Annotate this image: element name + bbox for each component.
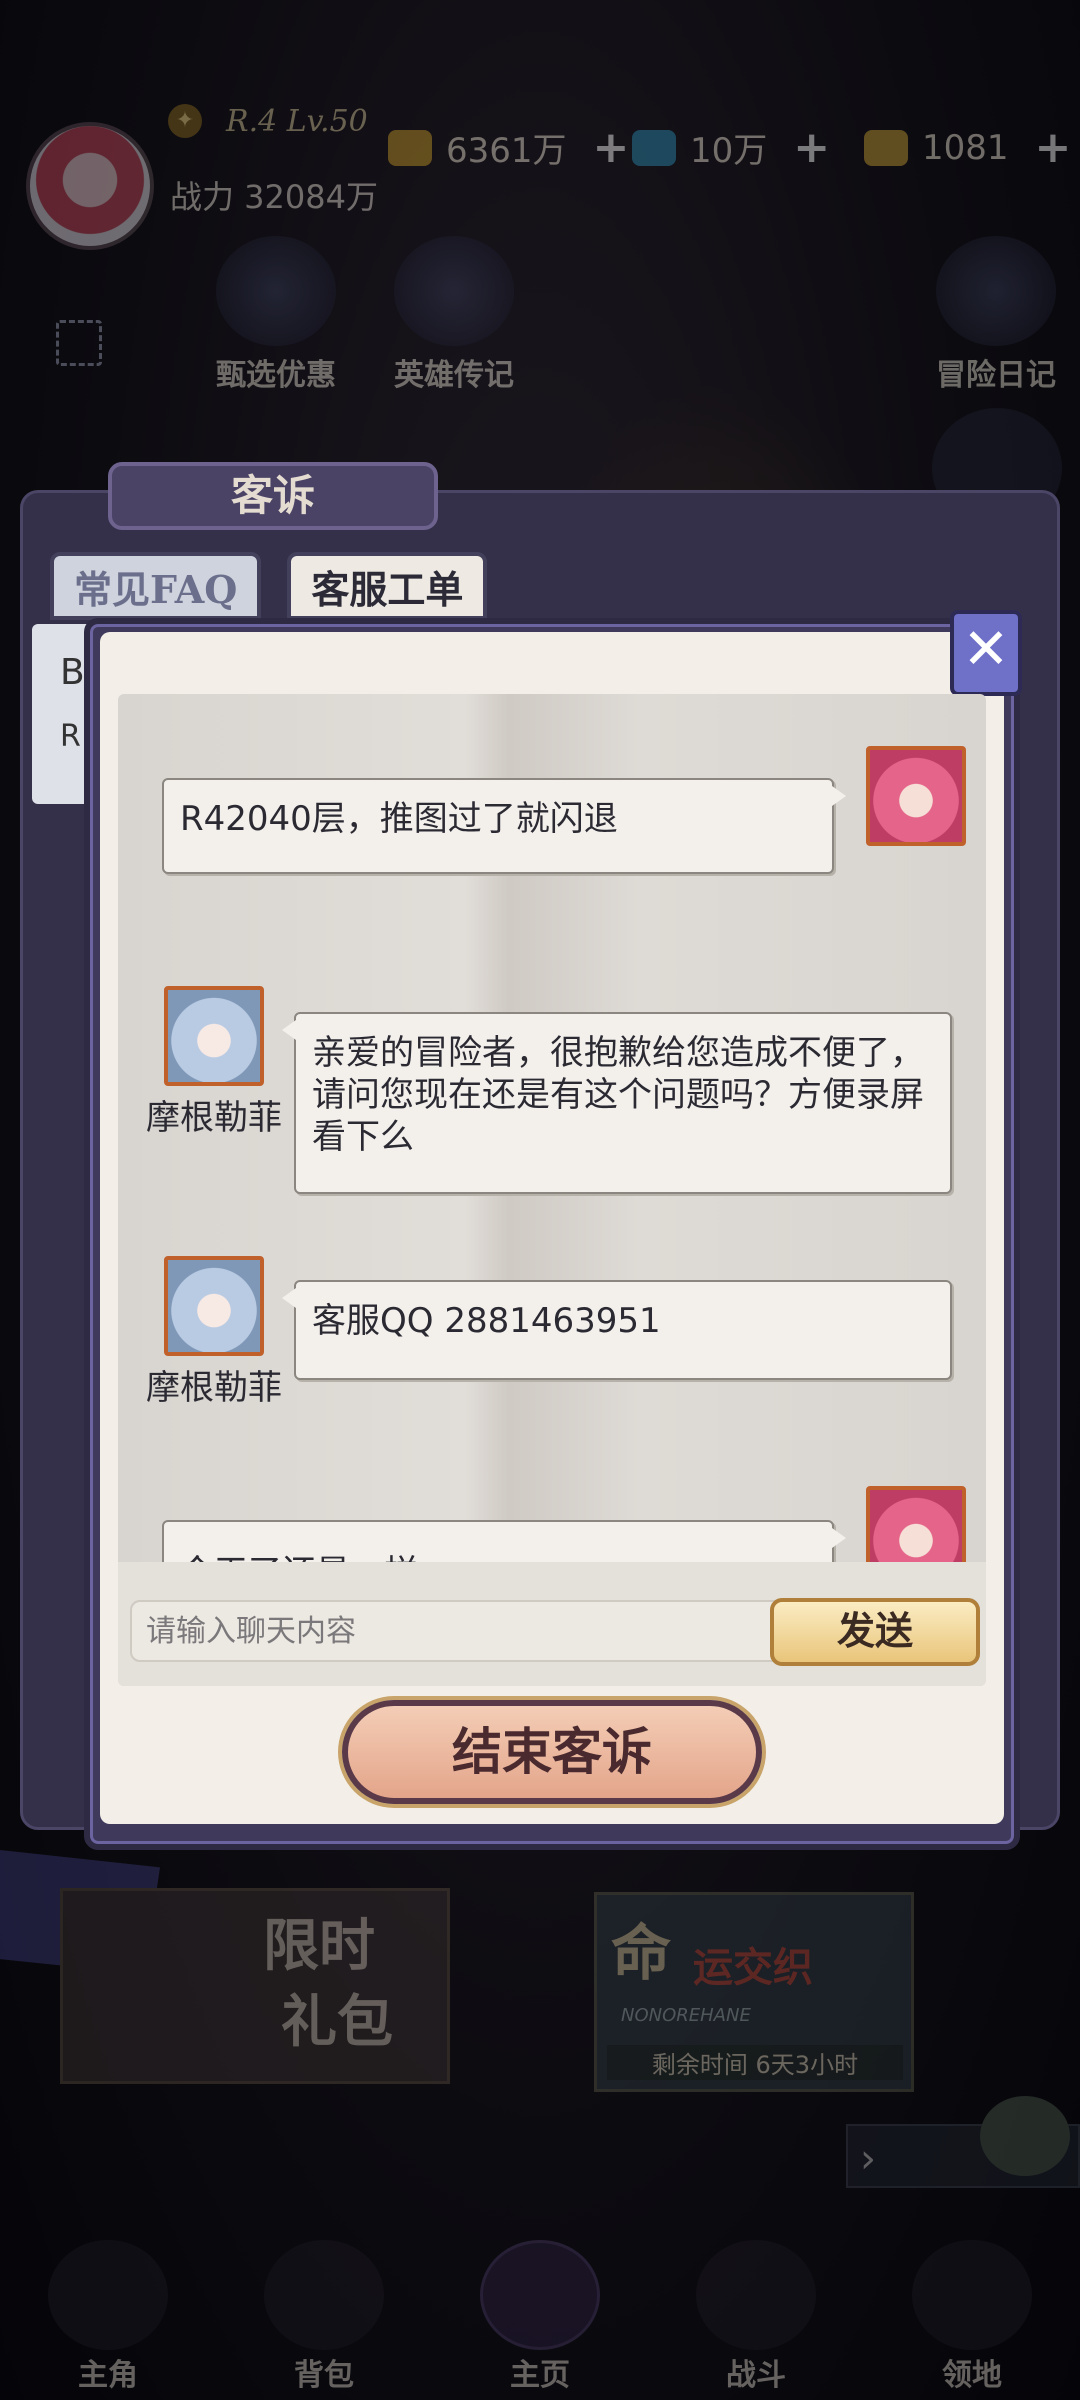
- fate-event-banner[interactable]: 命 运交织 NONOREHANE 剩余时间 6天3小时: [594, 1892, 914, 2092]
- nav-territory[interactable]: 领地: [882, 2240, 1062, 2394]
- fate-event-title: 命: [611, 1919, 671, 1989]
- complaint-panel-title: 客诉: [108, 462, 438, 530]
- limited-pack-title-1: 限时: [263, 1913, 375, 1979]
- nav-battle[interactable]: 战斗: [666, 2240, 846, 2394]
- chat-history[interactable]: R42040层，推图过了就闪退 摩根勒菲 亲爱的冒险者，很抱歉给您造成不便了，请…: [118, 694, 986, 1686]
- player-rank: R.4 Lv.50: [226, 104, 368, 139]
- featured-offers-label: 甄选优惠: [216, 358, 336, 393]
- adventure-diary-button[interactable]: 冒险日记: [926, 236, 1066, 394]
- chat-bubble-icon: [980, 2096, 1070, 2176]
- tab-service-ticket[interactable]: 客服工单: [287, 552, 488, 620]
- player-avatar[interactable]: [26, 122, 154, 250]
- hero-biography-button[interactable]: 英雄传记: [384, 236, 524, 394]
- fate-event-title-2: 运交织: [693, 1944, 813, 1991]
- chat-bubble-staff: 亲爱的冒险者，很抱歉给您造成不便了，请问您现在还是有这个问题吗？方便录屏看下么: [282, 1012, 952, 1194]
- staff-chat-avatar: [164, 1256, 264, 1356]
- resource-blue-gem: 10万 +: [632, 122, 830, 173]
- add-gold-button[interactable]: +: [593, 122, 630, 173]
- fullscreen-icon[interactable]: [56, 320, 102, 366]
- staff-name: 摩根勒菲: [146, 1368, 282, 1408]
- swords-icon: [696, 2240, 816, 2350]
- complaint-tabs: 常见FAQ 客服工单: [50, 552, 488, 620]
- add-gold-gem-button[interactable]: +: [1035, 122, 1072, 173]
- resource-gold-gem: 1081 +: [864, 122, 1071, 173]
- fate-event-subtitle: NONOREHANE: [621, 2005, 751, 2026]
- resource-gold: 6361万 +: [388, 122, 629, 173]
- hero-biography-label: 英雄传记: [394, 358, 514, 393]
- nav-battle-label: 战斗: [726, 2358, 786, 2393]
- nav-home-label: 主页: [510, 2358, 570, 2393]
- nav-protagonist[interactable]: 主角: [18, 2240, 198, 2394]
- end-complaint-button[interactable]: 结束客诉: [342, 1700, 762, 1804]
- fate-event-time: 剩余时间 6天3小时: [607, 2045, 903, 2080]
- featured-offers-button[interactable]: 甄选优惠: [206, 236, 346, 394]
- chat-bubble-player: R42040层，推图过了就闪退: [162, 778, 846, 874]
- add-blue-gem-button[interactable]: +: [793, 122, 830, 173]
- hero-icon: [48, 2240, 168, 2350]
- book-icon: [394, 236, 514, 346]
- chevron-right-icon: ›: [860, 2136, 876, 2182]
- gift-icon: [216, 236, 336, 346]
- bag-icon: [264, 2240, 384, 2350]
- close-icon: ✕: [962, 617, 1010, 682]
- chat-input[interactable]: [130, 1600, 790, 1662]
- rank-badge-icon: ✦: [168, 104, 202, 138]
- gold-gem-icon: [864, 129, 908, 166]
- resource-gold-value: 6361万: [446, 131, 567, 171]
- chat-input-row: 发送: [130, 1598, 980, 1668]
- tab-faq[interactable]: 常见FAQ: [50, 552, 262, 620]
- resource-gold-gem-value: 1081: [922, 127, 1009, 168]
- world-chat-bar[interactable]: ›: [846, 2096, 1080, 2188]
- adventure-diary-label: 冒险日记: [936, 358, 1056, 393]
- send-button[interactable]: 发送: [770, 1598, 980, 1666]
- nav-bag-label: 背包: [294, 2358, 354, 2393]
- staff-chat-avatar: [164, 986, 264, 1086]
- nav-bag[interactable]: 背包: [234, 2240, 414, 2394]
- blue-gem-icon: [632, 129, 676, 166]
- chat-bubble-staff: 客服QQ 2881463951: [282, 1280, 952, 1380]
- diary-icon: [936, 236, 1056, 346]
- nav-home[interactable]: 主页: [450, 2240, 630, 2394]
- gold-coin-icon: [388, 129, 432, 166]
- player-power: 战力 32084万: [170, 178, 378, 216]
- close-button[interactable]: ✕: [950, 610, 1022, 696]
- nav-territory-label: 领地: [942, 2358, 1002, 2393]
- territory-icon: [912, 2240, 1032, 2350]
- bottom-nav: 主角 背包 主页 战斗 领地: [0, 2240, 1080, 2400]
- limited-pack-banner[interactable]: 限时 礼包: [60, 1888, 450, 2084]
- limited-pack-title-2: 礼包: [281, 1989, 393, 2055]
- resource-blue-gem-value: 10万: [690, 131, 768, 171]
- staff-name: 摩根勒菲: [146, 1098, 282, 1138]
- nav-protagonist-label: 主角: [78, 2358, 138, 2393]
- home-book-icon: [480, 2240, 600, 2350]
- player-chat-avatar: [866, 746, 966, 846]
